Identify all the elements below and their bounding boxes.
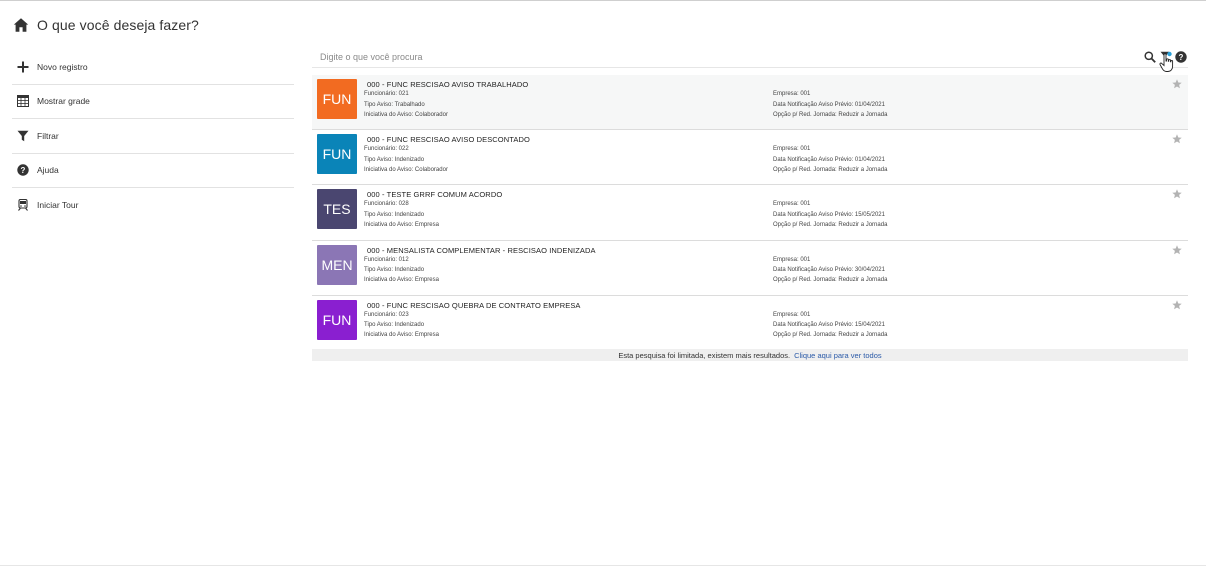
page-header: O que você deseja fazer?: [13, 14, 199, 36]
record-field: Data Notificação Aviso Prévio: 01/04/202…: [773, 101, 885, 108]
record-field: Opção p/ Red. Jornada: Reduzir a Jornada: [773, 332, 888, 339]
record-field: Empresa: 001: [773, 91, 811, 97]
record-title: 000 - FUNC RESCISAO AVISO DESCONTADO: [367, 135, 530, 145]
result-row[interactable]: FUN 000 - FUNC RESCISAO AVISO DESCONTADO F…: [312, 130, 1188, 186]
result-row[interactable]: FUN 000 - FUNC RESCISAO AVISO TRABALHADO F…: [312, 75, 1188, 131]
sidebar-item-ajuda[interactable]: ? Ajuda: [12, 154, 294, 188]
record-badge: FUN: [317, 299, 357, 340]
view-all-link[interactable]: Clique aqui para ver todos: [794, 351, 882, 360]
sidebar-item-label: Iniciar Tour: [37, 200, 79, 211]
favorite-star-icon[interactable]: [1172, 189, 1182, 199]
record-badge: TES: [317, 189, 357, 230]
record-field: Iniciativa do Aviso: Colaborador: [364, 111, 448, 118]
sidebar-item-mostrar-grade[interactable]: Mostrar grade: [12, 85, 294, 119]
limit-message: Esta pesquisa foi limitada, existem mais…: [618, 350, 791, 360]
record-field: Data Notificação Aviso Prévio: 15/04/202…: [773, 322, 885, 329]
record-field: Iniciativa do Aviso: Empresa: [364, 221, 439, 228]
record-field: Empresa: 001: [773, 256, 811, 263]
record-title: 000 - FUNC RESCISAO QUEBRA DE CONTRATO E…: [367, 300, 581, 310]
sidebar-item-label: Novo registro: [37, 61, 88, 72]
home-icon[interactable]: [13, 17, 29, 33]
record-field: Iniciativa do Aviso: Colaborador: [364, 166, 448, 173]
favorite-star-icon[interactable]: [1172, 134, 1182, 144]
record-field: Opção p/ Red. Jornada: Reduzir a Jornada: [773, 166, 888, 173]
page-title: O que você deseja fazer?: [37, 17, 199, 33]
favorite-star-icon[interactable]: [1172, 300, 1182, 310]
record-field: Tipo Aviso: Trabalhado: [364, 101, 425, 108]
train-icon: [16, 199, 29, 212]
results-list: FUN 000 - FUNC RESCISAO AVISO TRABALHADO F…: [312, 75, 1188, 351]
record-field: Funcionário: 021: [364, 91, 409, 97]
record-field: Funcionário: 022: [364, 146, 409, 153]
table-icon: [16, 95, 29, 108]
record-badge: FUN: [317, 79, 357, 119]
results-limit-notice: Esta pesquisa foi limitada, existem mais…: [312, 349, 1188, 361]
record-field: Opção p/ Red. Jornada: Reduzir a Jornada: [773, 221, 888, 228]
record-field: Data Notificação Aviso Prévio: 15/05/202…: [773, 211, 885, 218]
top-border: [0, 0, 1206, 1]
sidebar-item-iniciar-tour[interactable]: Iniciar Tour: [12, 188, 294, 223]
record-field: Data Notificação Aviso Prévio: 30/04/202…: [773, 267, 885, 274]
record-field: Funcionário: 012: [364, 256, 409, 263]
record-field: Tipo Aviso: Indenizado: [364, 322, 425, 329]
record-badge: FUN: [317, 134, 357, 175]
result-row[interactable]: FUN 000 - FUNC RESCISAO QUEBRA DE CONTRAT…: [312, 296, 1188, 351]
record-title: 000 - FUNC RESCISAO AVISO TRABALHADO: [367, 80, 529, 89]
favorite-star-icon[interactable]: [1172, 79, 1182, 89]
record-field: Funcionário: 028: [364, 201, 409, 208]
record-field: Empresa: 001: [773, 201, 811, 208]
sidebar-item-filtrar[interactable]: Filtrar: [12, 119, 294, 154]
bottom-border: [0, 565, 1206, 566]
plus-icon: [16, 60, 29, 73]
favorite-star-icon[interactable]: [1172, 244, 1182, 255]
hand-cursor-icon: [1159, 53, 1175, 73]
filter-icon: [16, 129, 29, 142]
search-bar: ?: [312, 47, 1188, 68]
record-field: Data Notificação Aviso Prévio: 01/04/202…: [773, 156, 885, 163]
record-field: Empresa: 001: [773, 311, 811, 318]
svg-text:?: ?: [1179, 53, 1184, 62]
record-title: 000 - MENSALISTA COMPLEMENTAR - RESCISAO…: [367, 245, 596, 255]
sidebar: Novo registro Mostrar grade Filtrar ? Aj…: [12, 50, 294, 223]
search-input[interactable]: [312, 49, 1112, 65]
search-icon[interactable]: [1144, 51, 1156, 63]
sidebar-item-label: Mostrar grade: [37, 96, 90, 107]
record-field: Tipo Aviso: Indenizado: [364, 267, 425, 274]
record-field: Opção p/ Red. Jornada: Reduzir a Jornada: [773, 111, 888, 118]
record-field: Empresa: 001: [773, 146, 811, 153]
record-field: Funcionário: 023: [364, 311, 409, 318]
svg-text:?: ?: [20, 166, 25, 175]
sidebar-item-label: Ajuda: [37, 165, 59, 176]
sidebar-item-novo-registro[interactable]: Novo registro: [12, 50, 294, 85]
help-icon[interactable]: ?: [1175, 51, 1187, 63]
sidebar-item-label: Filtrar: [37, 130, 59, 141]
record-title: 000 - TESTE GRRF COMUM ACORDO: [367, 190, 503, 200]
result-row[interactable]: TES 000 - TESTE GRRF COMUM ACORDO Funcioná…: [312, 185, 1188, 241]
record-field: Tipo Aviso: Indenizado: [364, 156, 425, 163]
record-field: Iniciativa do Aviso: Empresa: [364, 277, 439, 284]
help-icon: ?: [16, 164, 29, 177]
record-field: Iniciativa do Aviso: Empresa: [364, 332, 439, 339]
record-field: Tipo Aviso: Indenizado: [364, 211, 425, 218]
record-badge: MEN: [317, 244, 357, 285]
record-field: Opção p/ Red. Jornada: Reduzir a Jornada: [773, 277, 888, 284]
result-row[interactable]: MEN 000 - MENSALISTA COMPLEMENTAR - RESCI…: [312, 241, 1188, 296]
